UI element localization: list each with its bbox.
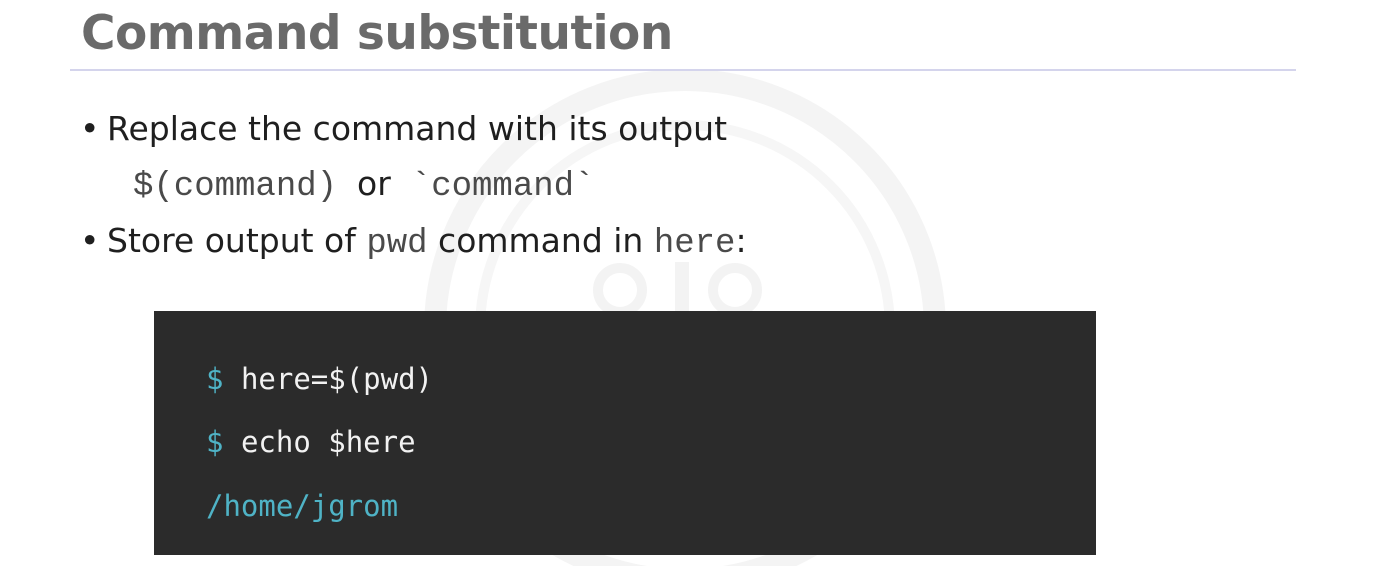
bullet-replace-command: • Replace the command with its output: [80, 109, 727, 149]
bullet-text: Replace the command with its output: [107, 109, 728, 148]
inline-code-pwd: pwd: [366, 225, 428, 263]
bullet-middle: command in: [427, 221, 654, 260]
syntax-example: $(command) or `command`: [133, 164, 594, 207]
syntax-dollar-paren: $(command): [133, 168, 338, 206]
bullet-marker: •: [80, 221, 100, 260]
bullet-prefix: Store output of: [107, 221, 367, 260]
command-text: here=$(pwd): [240, 362, 433, 396]
slide-title: Command substitution: [81, 6, 673, 61]
terminal-line: $ echo $here: [206, 424, 416, 460]
syntax-or: or: [357, 164, 391, 203]
output-text: /home/jgrom: [206, 489, 399, 523]
title-divider: [70, 69, 1296, 71]
shell-prompt: $: [206, 362, 224, 396]
bullet-marker: •: [80, 109, 100, 148]
shell-prompt: $: [206, 425, 224, 459]
terminal-output: /home/jgrom: [206, 488, 398, 524]
syntax-backticks: `command`: [410, 168, 595, 206]
command-text: echo $here: [240, 425, 416, 459]
inline-code-here: here: [653, 225, 736, 263]
terminal-block: $ here=$(pwd) $ echo $here /home/jgrom: [154, 311, 1096, 555]
bullet-suffix: :: [735, 221, 747, 260]
terminal-line: $ here=$(pwd): [206, 361, 433, 397]
bullet-store-output: • Store output of pwd command in here:: [80, 221, 747, 264]
